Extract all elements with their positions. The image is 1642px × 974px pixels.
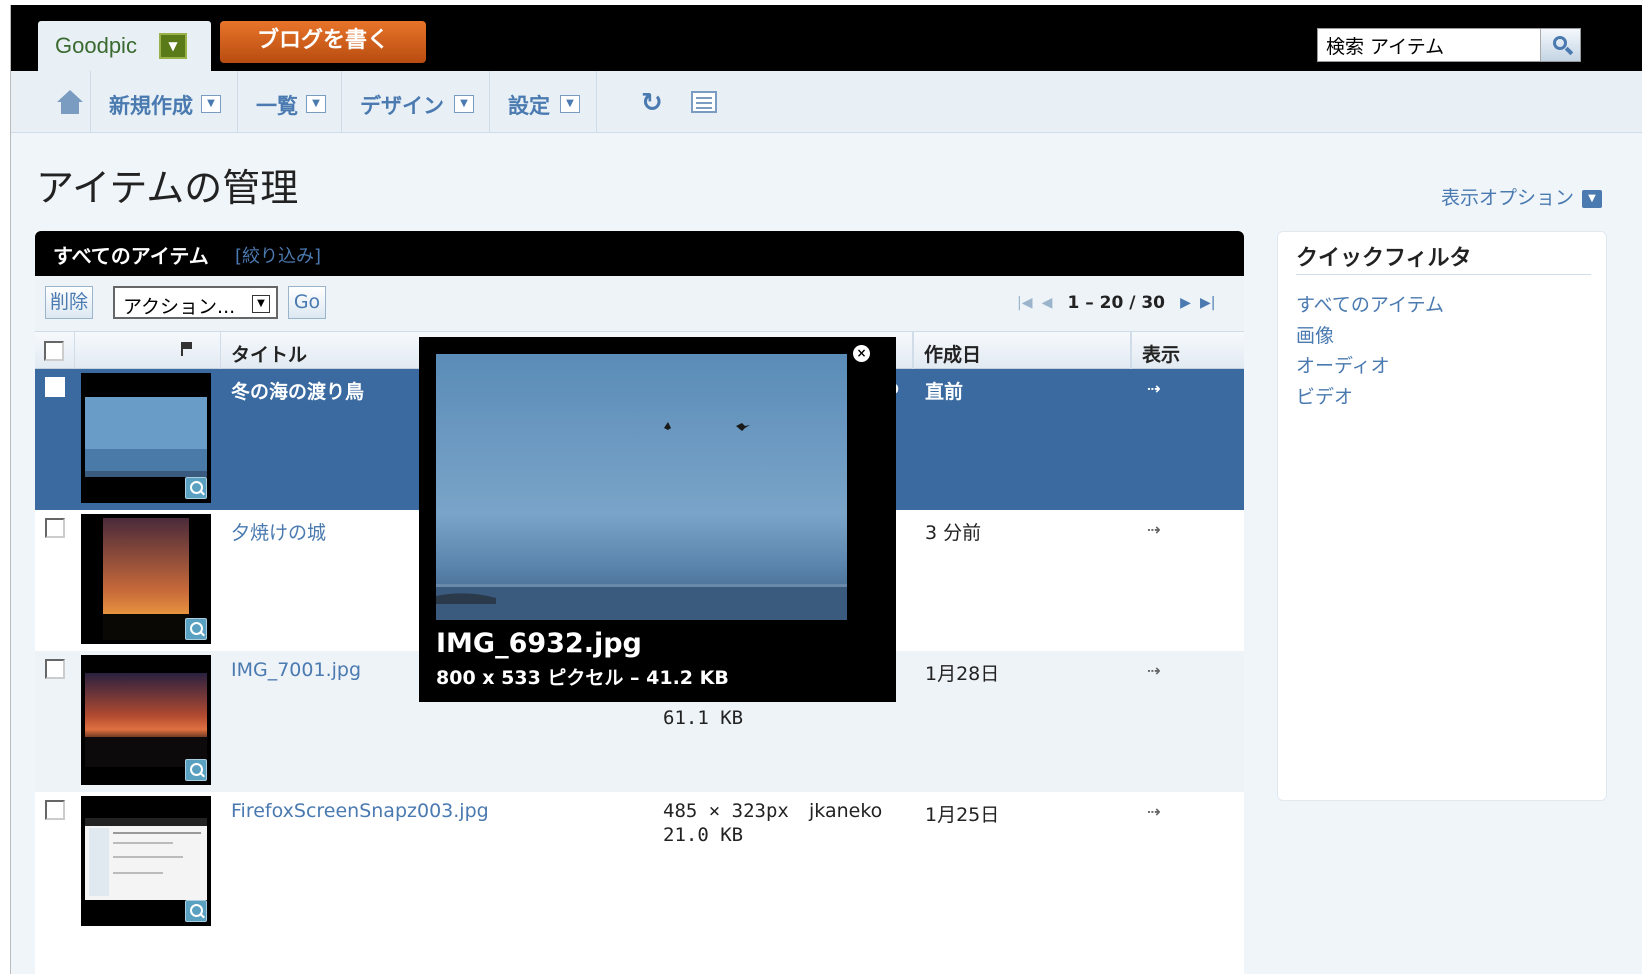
- sidebar-title: クイックフィルタ: [1296, 246, 1472, 271]
- next-page-icon[interactable]: ▶: [1180, 295, 1191, 311]
- preview-image: [436, 354, 847, 620]
- action-select[interactable]: アクション... ▼: [113, 286, 278, 319]
- filter-link[interactable]: [絞り込み]: [235, 242, 321, 268]
- close-icon[interactable]: ×: [853, 345, 870, 362]
- blog-dropdown-icon[interactable]: ▼: [159, 33, 187, 59]
- thumbnail[interactable]: [81, 514, 211, 644]
- row-date: 1月25日: [925, 804, 1000, 826]
- display-options-label: 表示オプション: [1441, 187, 1575, 209]
- row-date: 1月28日: [925, 663, 1000, 685]
- row-filesize: 21.0 KB: [663, 824, 744, 846]
- nav-settings[interactable]: 設定 ▼: [490, 71, 597, 133]
- row-date: 直前: [925, 381, 964, 403]
- row-title[interactable]: 冬の海の渡り鳥: [231, 377, 364, 404]
- filter-images[interactable]: 画像: [1296, 321, 1334, 348]
- row-checkbox[interactable]: [45, 518, 65, 538]
- search-box: [1317, 28, 1581, 62]
- row-author: jkaneko: [809, 800, 883, 822]
- blog-name: Goodpic: [55, 33, 137, 58]
- thumbnail[interactable]: [81, 373, 211, 503]
- filter-audio[interactable]: オーディオ: [1296, 351, 1390, 378]
- action-select-value: アクション...: [123, 296, 236, 318]
- panel-title: すべてのアイテム: [53, 244, 209, 268]
- home-icon: [57, 90, 83, 114]
- table-row[interactable]: FirefoxScreenSnapz003.jpg 485 × 323px 21…: [35, 792, 1244, 933]
- nav-label: 一覧: [256, 94, 298, 118]
- nav-label: デザイン: [360, 94, 444, 118]
- nav-list[interactable]: 一覧 ▼: [238, 71, 342, 133]
- flag-icon: [181, 342, 193, 356]
- list-view-icon[interactable]: [691, 91, 717, 113]
- col-date-label: 作成日: [924, 344, 982, 366]
- nav-label: 新規作成: [109, 94, 193, 118]
- pager: |◀ ◀ 1 – 20 / 30 ▶ ▶|: [1015, 292, 1217, 316]
- row-title[interactable]: FirefoxScreenSnapz003.jpg: [231, 800, 489, 822]
- go-button[interactable]: Go: [288, 286, 326, 319]
- col-view-label: 表示: [1142, 344, 1181, 366]
- main-nav: 新規作成 ▼ 一覧 ▼ デザイン ▼ 設定 ▼ ↻: [11, 71, 1642, 133]
- zoom-icon[interactable]: [185, 900, 207, 922]
- last-page-icon[interactable]: ▶|: [1200, 295, 1215, 311]
- select-all-checkbox[interactable]: [44, 341, 64, 361]
- page-title: アイテムの管理: [36, 166, 299, 210]
- view-link-icon[interactable]: ⇢: [1147, 379, 1160, 398]
- search-input[interactable]: [1318, 29, 1538, 61]
- search-button[interactable]: [1540, 29, 1580, 61]
- row-title[interactable]: 夕焼けの城: [231, 518, 326, 545]
- top-bar: Goodpic ▼ ブログを書く: [11, 5, 1642, 71]
- chevron-down-icon[interactable]: ▼: [201, 95, 221, 113]
- preview-meta: 800 x 533 ピクセル – 41.2 KB: [436, 667, 729, 689]
- row-dimensions: 485 × 323px: [663, 800, 789, 822]
- filter-video[interactable]: ビデオ: [1296, 382, 1353, 409]
- row-title[interactable]: IMG_7001.jpg: [231, 659, 361, 681]
- zoom-icon[interactable]: [185, 618, 207, 640]
- nav-home[interactable]: [11, 71, 91, 133]
- view-link-icon[interactable]: ⇢: [1147, 520, 1160, 539]
- first-page-icon[interactable]: |◀: [1017, 295, 1032, 311]
- chevron-down-icon[interactable]: ▼: [560, 95, 580, 113]
- row-checkbox[interactable]: [45, 377, 65, 397]
- filter-all-items[interactable]: すべてのアイテム: [1296, 290, 1444, 317]
- chevron-down-icon[interactable]: ▼: [454, 95, 474, 113]
- nav-new[interactable]: 新規作成 ▼: [91, 71, 238, 133]
- zoom-icon[interactable]: [185, 759, 207, 781]
- pager-range: 1 – 20 / 30: [1067, 292, 1165, 313]
- row-checkbox[interactable]: [45, 800, 65, 820]
- blog-switcher-tab[interactable]: Goodpic ▼: [38, 21, 211, 71]
- image-preview-popup: × IMG_6932.jpg 800 x 533 ピクセル – 41.2 KB: [419, 337, 896, 702]
- refresh-icon[interactable]: ↻: [641, 89, 669, 117]
- nav-label: 設定: [508, 94, 550, 118]
- chevron-down-icon[interactable]: ▼: [306, 95, 326, 113]
- view-link-icon[interactable]: ⇢: [1147, 802, 1160, 821]
- nav-design[interactable]: デザイン ▼: [342, 71, 490, 133]
- row-checkbox[interactable]: [45, 659, 65, 679]
- thumbnail[interactable]: [81, 655, 211, 785]
- view-link-icon[interactable]: ⇢: [1147, 661, 1160, 680]
- delete-button[interactable]: 削除: [45, 286, 93, 319]
- row-date: 3 分前: [925, 522, 982, 544]
- row-filesize: 61.1 KB: [663, 707, 744, 729]
- chevron-down-icon: ▼: [252, 295, 270, 313]
- display-options-link[interactable]: 表示オプション ▼: [1441, 183, 1603, 210]
- app-window: Goodpic ▼ ブログを書く 新規作成 ▼ 一覧 ▼ デザイン ▼: [10, 5, 1642, 974]
- col-title-label: タイトル: [231, 344, 308, 366]
- zoom-icon[interactable]: [185, 477, 207, 499]
- thumbnail[interactable]: [81, 796, 211, 926]
- prev-page-icon[interactable]: ◀: [1042, 295, 1053, 311]
- panel-header: すべてのアイテム [絞り込み]: [35, 231, 1244, 276]
- write-blog-button[interactable]: ブログを書く: [220, 21, 426, 63]
- bulk-toolbar: 削除 アクション... ▼ Go |◀ ◀ 1 – 20 / 30 ▶ ▶|: [35, 276, 1244, 331]
- chevron-down-icon: ▼: [1582, 189, 1603, 208]
- col-date[interactable]: 作成日: [913, 332, 1131, 370]
- col-view: 表示: [1131, 332, 1244, 370]
- preview-filename: IMG_6932.jpg: [436, 628, 642, 659]
- quick-filter-sidebar: クイックフィルタ すべてのアイテム 画像 オーディオ ビデオ: [1277, 231, 1607, 801]
